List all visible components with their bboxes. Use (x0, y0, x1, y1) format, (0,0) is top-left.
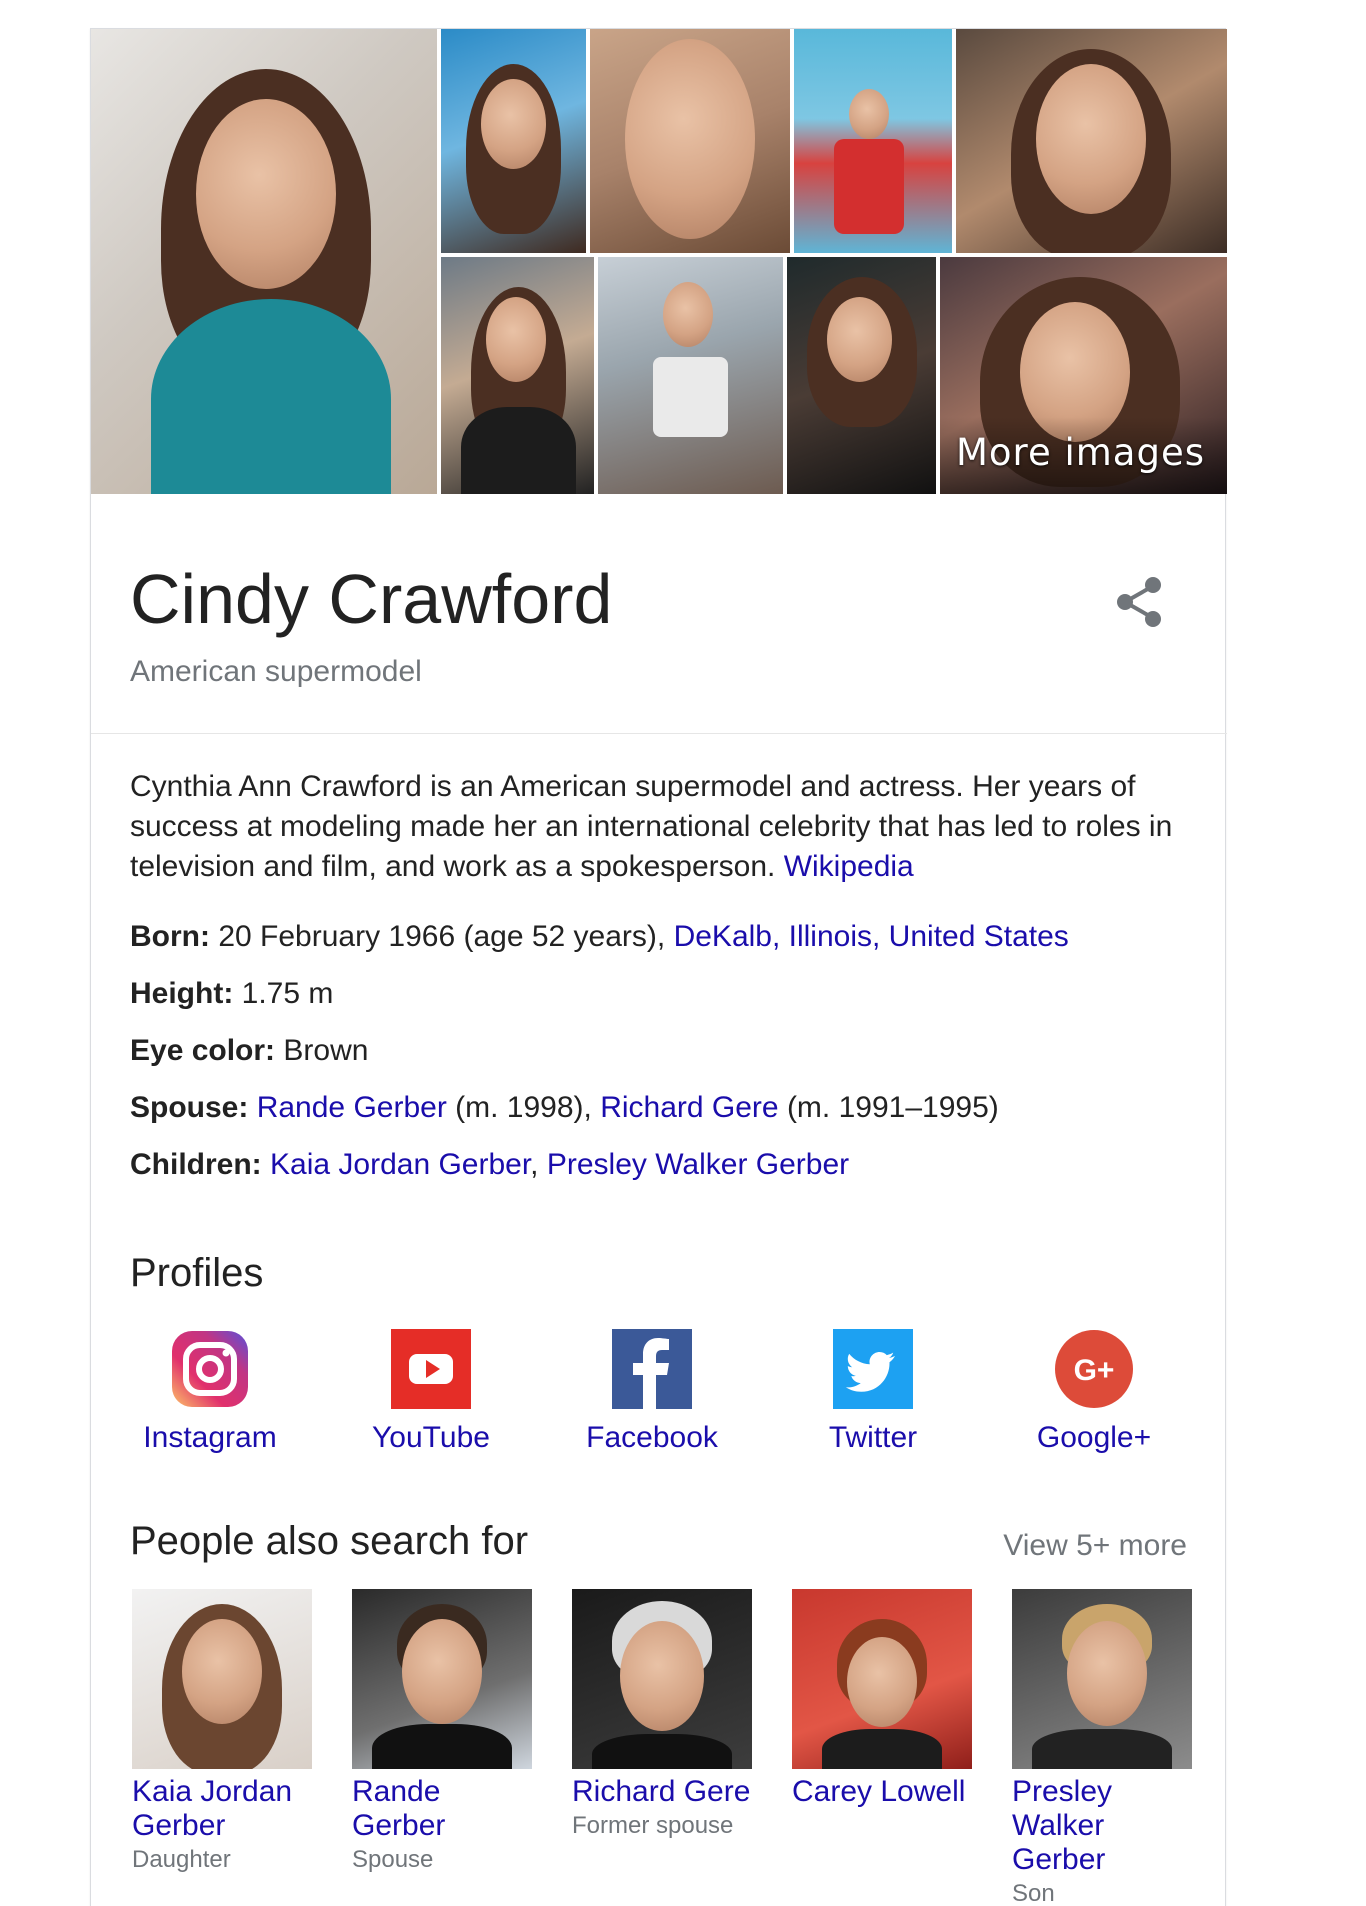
entity-subtitle: American supermodel (130, 655, 422, 688)
gallery-image[interactable] (598, 257, 783, 494)
fact-label: Born: (130, 920, 210, 953)
related-person[interactable]: Rande Gerber Spouse (352, 1589, 532, 1877)
gallery-image[interactable] (956, 29, 1227, 253)
profile-label: Twitter (828, 1421, 918, 1454)
birthplace-link[interactable]: DeKalb, Illinois, United States (674, 920, 1069, 953)
fact-value: 1.75 m (233, 977, 334, 1010)
profile-label: Facebook (586, 1421, 718, 1454)
image-collage[interactable]: More images (91, 29, 1227, 494)
facts-list: Born: 20 February 1966 (age 52 years), D… (130, 917, 1200, 1202)
person-photo (572, 1589, 752, 1769)
fact-spouse: Spouse: Rande Gerber (m. 1998), Richard … (130, 1088, 1200, 1145)
entity-description: Cynthia Ann Crawford is an American supe… (130, 767, 1200, 887)
google-plus-glyph: G+ (1074, 1354, 1115, 1387)
share-button[interactable] (1113, 574, 1167, 630)
gallery-image[interactable] (794, 29, 952, 253)
wikipedia-link[interactable]: Wikipedia (784, 850, 914, 883)
facebook-icon (612, 1329, 692, 1409)
fact-value: Brown (275, 1034, 369, 1067)
person-photo (352, 1589, 532, 1769)
google-plus-icon: G+ (1054, 1329, 1134, 1409)
fact-label: Children: (130, 1148, 262, 1181)
fact-eye-color: Eye color: Brown (130, 1031, 1200, 1088)
fact-born: Born: 20 February 1966 (age 52 years), D… (130, 917, 1200, 974)
profile-google-plus[interactable]: G+ Google+ (984, 1329, 1204, 1455)
fact-value: (m. 1998), (446, 1091, 601, 1124)
share-icon (1117, 577, 1161, 627)
fact-label: Spouse: (130, 1091, 249, 1124)
person-name: Kaia Jordan Gerber (132, 1775, 293, 1842)
gallery-image[interactable] (441, 29, 586, 253)
person-photo (792, 1589, 972, 1769)
profile-facebook[interactable]: Facebook (542, 1329, 762, 1455)
person-name: Rande Gerber (352, 1775, 446, 1842)
person-role: Spouse (352, 1846, 434, 1873)
person-role: Daughter (132, 1846, 231, 1873)
fact-label: Eye color: (130, 1034, 276, 1067)
profile-label: Google+ (1036, 1421, 1152, 1454)
gallery-image[interactable] (441, 257, 594, 494)
fact-value: 20 February 1966 (age 52 years), (209, 920, 674, 953)
profile-instagram[interactable]: Instagram (100, 1329, 320, 1455)
youtube-icon (391, 1329, 471, 1409)
profile-twitter[interactable]: Twitter (763, 1329, 983, 1455)
profile-label: Instagram (143, 1421, 277, 1454)
related-person[interactable]: Kaia Jordan Gerber Daughter (132, 1589, 312, 1877)
person-photo (132, 1589, 312, 1769)
entity-title: Cindy Crawford (130, 560, 613, 638)
related-person[interactable]: Richard Gere Former spouse (572, 1589, 752, 1843)
description-text: Cynthia Ann Crawford is an American supe… (130, 770, 1173, 883)
twitter-icon (833, 1329, 913, 1409)
profiles-heading: Profiles (130, 1251, 264, 1295)
related-person[interactable]: Presley Walker Gerber Son (1012, 1589, 1192, 1906)
profile-label: YouTube (372, 1421, 490, 1454)
main-portrait-image[interactable] (91, 29, 437, 494)
child-link[interactable]: Presley Walker Gerber (547, 1148, 849, 1181)
person-photo (1012, 1589, 1192, 1769)
related-person[interactable]: Carey Lowell (792, 1589, 972, 1809)
section-divider (91, 733, 1227, 734)
child-link[interactable]: Kaia Jordan Gerber (270, 1148, 530, 1181)
spouse-link[interactable]: Rande Gerber (257, 1091, 447, 1124)
person-role: Son (1012, 1880, 1055, 1906)
fact-label: Height: (130, 977, 234, 1010)
fact-separator: , (530, 1148, 547, 1181)
gallery-image[interactable] (787, 257, 936, 494)
more-images-link[interactable]: More images (956, 431, 1205, 474)
view-more-link[interactable]: View 5+ more (1003, 1529, 1187, 1563)
knowledge-panel: More images Cindy Crawford American supe… (90, 28, 1227, 1906)
fact-height: Height: 1.75 m (130, 974, 1200, 1031)
person-name: Carey Lowell (792, 1775, 966, 1808)
fact-value: (m. 1991–1995) (778, 1091, 999, 1124)
instagram-icon (170, 1329, 250, 1409)
people-also-search-heading: People also search for (130, 1519, 529, 1563)
profiles-row: Instagram YouTube Facebook Twitter G+ Go… (91, 1329, 1227, 1469)
person-role: Former spouse (572, 1812, 734, 1839)
person-name: Presley Walker Gerber (1012, 1775, 1113, 1876)
gallery-image[interactable] (590, 29, 790, 253)
spouse-link[interactable]: Richard Gere (600, 1091, 778, 1124)
fact-children: Children: Kaia Jordan Gerber, Presley Wa… (130, 1145, 1200, 1202)
person-name: Richard Gere (572, 1775, 751, 1808)
profile-youtube[interactable]: YouTube (321, 1329, 541, 1455)
